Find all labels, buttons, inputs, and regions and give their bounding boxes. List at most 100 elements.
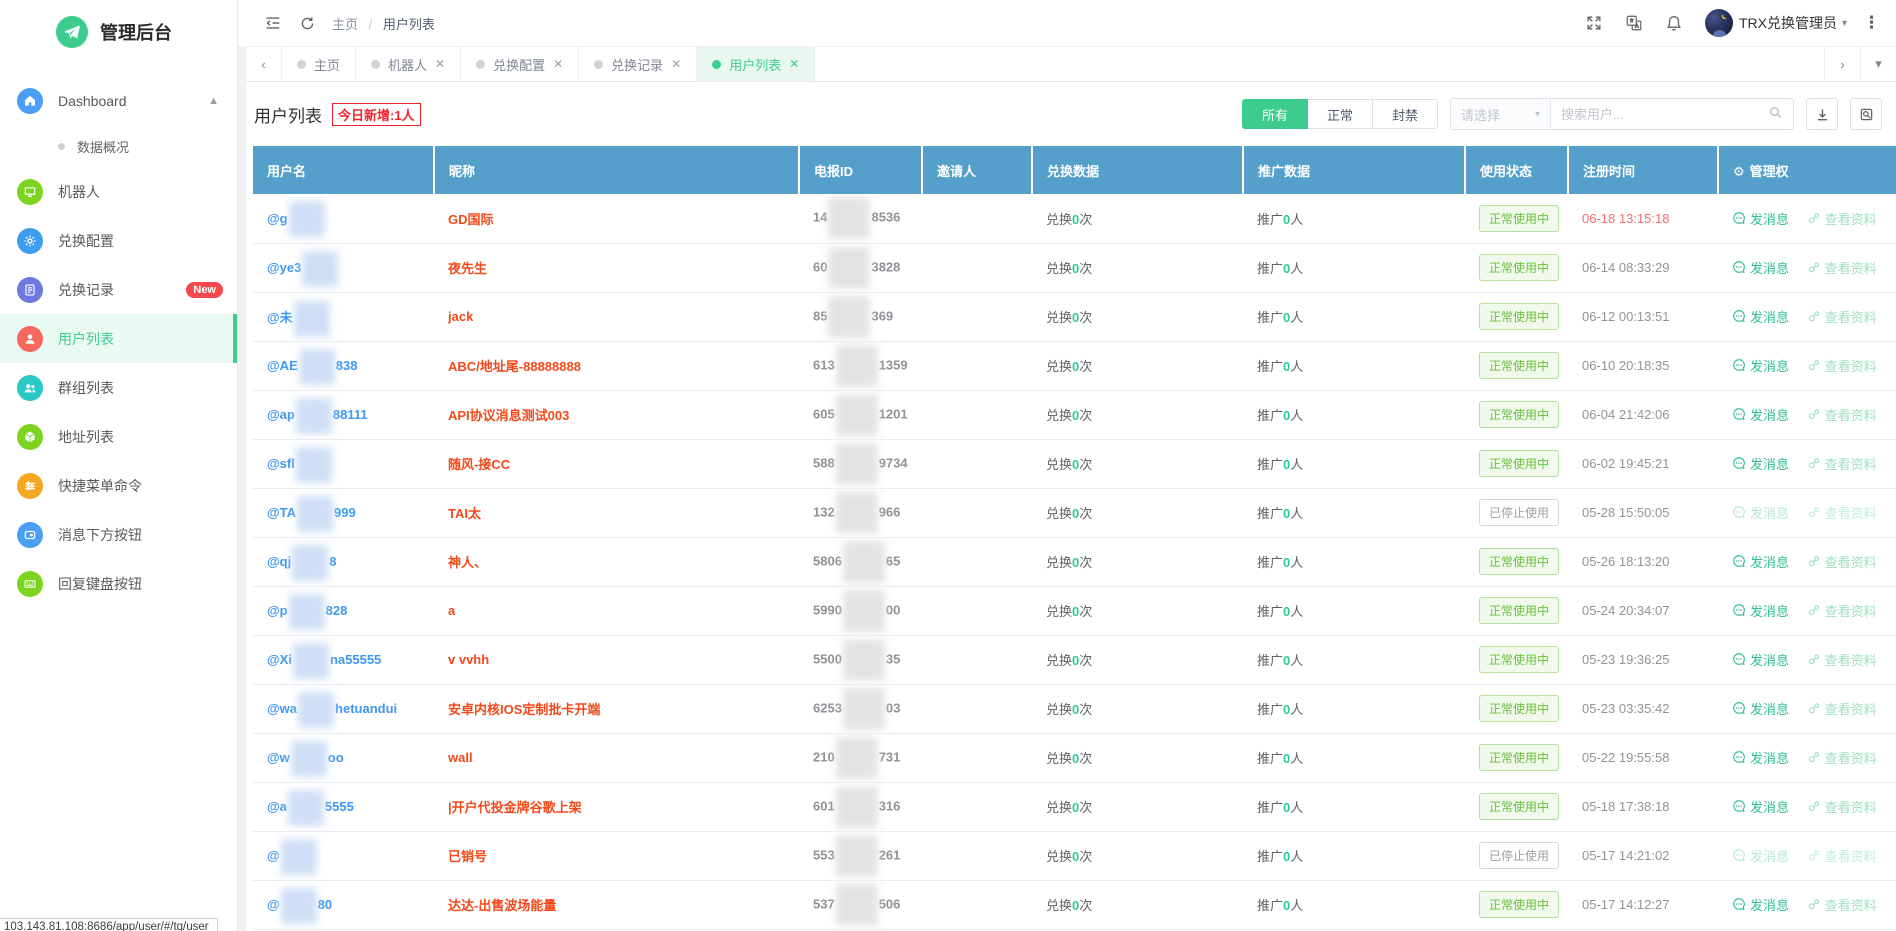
send-message-link[interactable]: 发消息 [1732,307,1789,326]
view-profile-link[interactable]: 查看资料 [1807,601,1877,620]
username-cell[interactable]: @AE838 [253,341,434,390]
col-username: 用户名 [253,146,434,194]
view-profile-link[interactable]: 查看资料 [1807,895,1877,914]
send-message-link[interactable]: 发消息 [1732,895,1789,914]
view-profile-link[interactable]: 查看资料 [1807,307,1877,326]
username-cell[interactable]: @wahetuandui [253,684,434,733]
view-profile-link[interactable]: 查看资料 [1807,454,1877,473]
filter-normal-button[interactable]: 正常 [1308,99,1373,129]
sidebar-item-address-list[interactable]: 地址列表 [0,412,237,461]
username-cell[interactable]: @80 [253,880,434,929]
exchange-cell: 兑换0次 [1032,782,1243,831]
view-profile-link[interactable]: 查看资料 [1807,209,1877,228]
translate-icon[interactable] [1617,6,1651,40]
collapse-sidebar-icon[interactable] [256,6,290,40]
view-profile-link[interactable]: 查看资料 [1807,405,1877,424]
username-cell[interactable]: @qj8 [253,537,434,586]
keyboard-icon [17,571,43,597]
kebab-menu-icon[interactable]: ⋮ [1863,13,1880,33]
send-message-link[interactable]: 发消息 [1732,258,1789,277]
send-message-link[interactable]: 发消息 [1732,601,1789,620]
username-cell[interactable]: @未 [253,292,434,341]
username-cell[interactable]: @TA999 [253,488,434,537]
nickname-cell: TAI太 [434,488,799,537]
search-icon[interactable] [1768,105,1783,123]
username-cell[interactable]: @g [253,194,434,243]
view-profile-link[interactable]: 查看资料 [1807,699,1877,718]
status-badge: 正常使用中 [1479,891,1559,918]
username-cell[interactable]: @woo [253,733,434,782]
tab-robots[interactable]: 机器人 ✕ [356,47,461,81]
search-input[interactable] [1561,107,1768,122]
search-type-select[interactable]: 请选择 ▾ [1451,99,1551,129]
sidebar-item-data-overview[interactable]: 数据概况 [0,125,237,167]
send-message-link[interactable]: 发消息 [1732,846,1789,865]
refresh-icon[interactable] [290,6,324,40]
tabs-scroll-right[interactable]: › [1824,47,1860,81]
sidebar-item-dashboard[interactable]: Dashboard ▲ [0,76,237,125]
gear-icon: ⚙ [1733,164,1745,179]
sidebar-item-reply-keyboard[interactable]: 回复键盘按钮 [0,559,237,608]
user-avatar[interactable] [1705,9,1733,37]
notification-bell-icon[interactable] [1657,6,1691,40]
tabs-menu-toggle[interactable]: ▾ [1860,47,1896,81]
send-message-link[interactable]: 发消息 [1732,503,1789,522]
close-icon[interactable]: ✕ [435,57,445,71]
username-cell[interactable]: @ye3 [253,243,434,292]
preview-button[interactable] [1850,98,1882,130]
send-message-link[interactable]: 发消息 [1732,552,1789,571]
tab-home[interactable]: 主页 [282,47,356,81]
view-profile-link[interactable]: 查看资料 [1807,846,1877,865]
send-message-link[interactable]: 发消息 [1732,797,1789,816]
tab-user-list[interactable]: 用户列表 ✕ [697,47,815,81]
download-button[interactable] [1806,98,1838,130]
sidebar-item-quick-menu-commands[interactable]: 快捷菜单命令 [0,461,237,510]
send-message-link[interactable]: 发消息 [1732,748,1789,767]
sidebar-item-user-list[interactable]: 用户列表 [0,314,237,363]
nickname-cell: 达达-出售波场能量 [434,880,799,929]
sidebar-item-exchange-records[interactable]: 兑换记录 New [0,265,237,314]
nickname-cell: 夜先生 [434,243,799,292]
chevron-up-icon[interactable]: ▲ [208,95,219,107]
send-message-link[interactable]: 发消息 [1732,454,1789,473]
close-icon[interactable]: ✕ [553,57,563,71]
view-profile-link[interactable]: 查看资料 [1807,797,1877,816]
view-profile-link[interactable]: 查看资料 [1807,650,1877,669]
send-message-link[interactable]: 发消息 [1732,356,1789,375]
username-cell[interactable]: @a5555 [253,782,434,831]
promo-cell: 推广0人 [1243,341,1465,390]
filter-all-button[interactable]: 所有 [1242,99,1308,129]
send-message-link[interactable]: 发消息 [1732,405,1789,424]
username-cell[interactable]: @ap88111 [253,390,434,439]
username-cell[interactable]: @Xina55555 [253,635,434,684]
sidebar-item-group-list[interactable]: 群组列表 [0,363,237,412]
view-profile-link[interactable]: 查看资料 [1807,503,1877,522]
breadcrumb-home[interactable]: 主页 [332,17,358,32]
tab-exchange-config[interactable]: 兑换配置 ✕ [461,47,579,81]
close-icon[interactable]: ✕ [671,57,681,71]
view-profile-link[interactable]: 查看资料 [1807,356,1877,375]
fullscreen-icon[interactable] [1577,6,1611,40]
username-cell[interactable]: @ [253,831,434,880]
sidebar-item-inline-buttons[interactable]: 消息下方按钮 [0,510,237,559]
filter-banned-button[interactable]: 封禁 [1373,99,1438,129]
actions-cell: 发消息 查看资料 [1718,390,1896,439]
sidebar-item-robots[interactable]: 机器人 [0,167,237,216]
view-profile-link[interactable]: 查看资料 [1807,552,1877,571]
username-cell[interactable]: @sfl [253,439,434,488]
send-message-link[interactable]: 发消息 [1732,209,1789,228]
nickname-cell: a [434,586,799,635]
sidebar-item-exchange-config[interactable]: 兑换配置 [0,216,237,265]
tabs-scroll-left[interactable]: ‹ [246,47,282,81]
username-cell[interactable]: @p828 [253,586,434,635]
user-menu[interactable]: TRX兑换管理员 ▾ [1739,13,1847,33]
send-message-link[interactable]: 发消息 [1732,650,1789,669]
status-cell: 正常使用中 [1465,684,1568,733]
tab-exchange-records[interactable]: 兑换记录 ✕ [579,47,697,81]
view-profile-link[interactable]: 查看资料 [1807,258,1877,277]
col-admin: ⚙管理权 [1718,146,1896,194]
view-profile-link[interactable]: 查看资料 [1807,748,1877,767]
close-icon[interactable]: ✕ [789,57,799,71]
sidebar-item-label: 地址列表 [58,427,114,447]
send-message-link[interactable]: 发消息 [1732,699,1789,718]
